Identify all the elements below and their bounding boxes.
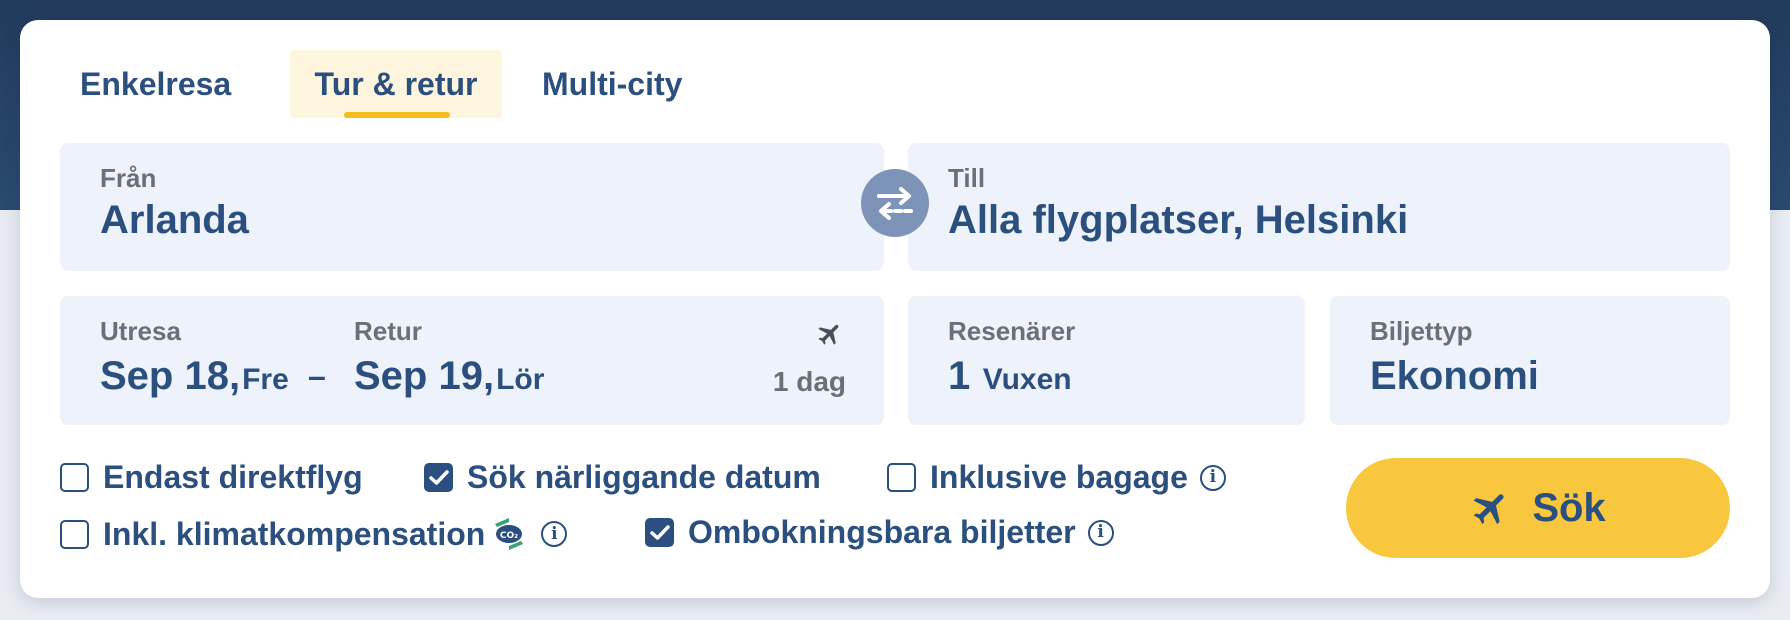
option-nearby-dates[interactable]: Sök närliggande datum [424,459,821,496]
travellers-value: 1 Vuxen [948,354,1072,399]
rebookable-tickets-label: Ombokningsbara biljetter [688,514,1076,550]
climate-compensation-label: Inkl. klimatkompensation [103,515,486,552]
co2-leaf-icon: CO₂ [495,518,524,550]
option-climate-compensation[interactable]: Inkl. klimatkompensation CO₂ i [60,514,568,554]
rebookable-tickets-checkbox[interactable] [645,518,674,547]
ticket-type-value: Ekonomi [1370,354,1539,398]
climate-info-icon[interactable]: i [541,521,568,547]
checkmark-icon [428,469,449,485]
return-date: Sep 19,Lör [354,354,544,399]
ticket-type-field[interactable]: Biljettyp Ekonomi [1330,296,1730,425]
plane-icon [818,324,839,345]
climate-compensation-checkbox[interactable] [60,519,89,549]
outbound-date: Sep 18,Fre [100,354,289,399]
nearby-dates-checkbox[interactable] [424,463,453,492]
from-field[interactable]: Från Arlanda [60,143,884,271]
to-label: Till [948,163,986,193]
option-baggage[interactable]: Inklusive bagage i [887,459,1226,496]
option-rebookable-tickets[interactable]: Ombokningsbara biljetter i [645,514,1114,551]
outbound-date-text: Sep 18, [100,354,241,398]
return-label: Retur [354,316,422,346]
tab-one-way[interactable]: Enkelresa [80,50,260,118]
tab-round-trip-label: Tur & retur [314,65,478,102]
rebookable-info-icon[interactable]: i [1087,519,1114,546]
outbound-day: Fre [242,363,289,396]
return-day: Lör [496,363,545,396]
direct-flights-label: Endast direktflyg [103,459,363,495]
search-button-label: Sök [1532,485,1606,530]
outbound-label: Utresa [100,316,181,346]
travellers-field[interactable]: Resenärer 1 Vuxen [908,296,1305,425]
travellers-type: Vuxen [982,363,1072,396]
tab-round-trip[interactable]: Tur & retur [290,50,502,118]
from-label: Från [100,163,157,193]
baggage-label: Inklusive bagage [930,459,1188,495]
to-value: Alla flygplatser, Helsinki [948,198,1409,242]
tab-multi-city-label: Multi-city [542,65,683,102]
return-date-text: Sep 19, [354,354,495,398]
baggage-checkbox[interactable] [887,463,916,492]
tab-one-way-label: Enkelresa [80,65,232,102]
date-separator: – [308,358,326,394]
direct-flights-checkbox[interactable] [60,463,89,492]
option-direct-flights[interactable]: Endast direktflyg [60,459,363,496]
co2-badge: CO₂ [500,531,518,541]
ticket-type-label: Biljettyp [1370,316,1473,346]
travellers-label: Resenärer [948,316,1076,346]
nearby-dates-label: Sök närliggande datum [467,459,821,495]
trip-type-tabs: Enkelresa Tur & retur Multi-city [70,50,742,118]
trip-duration: 1 dag [772,366,846,397]
search-button[interactable]: Sök [1346,458,1730,558]
travellers-count: 1 [948,354,971,398]
swap-airports-button[interactable] [861,169,929,237]
tab-multi-city[interactable]: Multi-city [542,50,742,118]
checkmark-icon [649,524,670,540]
to-field[interactable]: Till Alla flygplatser, Helsinki [908,143,1730,271]
dates-field[interactable]: Utresa Retur Sep 18,Fre – Sep 19,Lör 1 d… [60,296,884,425]
swap-arrows-icon [877,187,913,220]
from-value: Arlanda [100,198,249,242]
plane-icon [1473,494,1504,525]
baggage-info-icon[interactable]: i [1199,464,1226,491]
